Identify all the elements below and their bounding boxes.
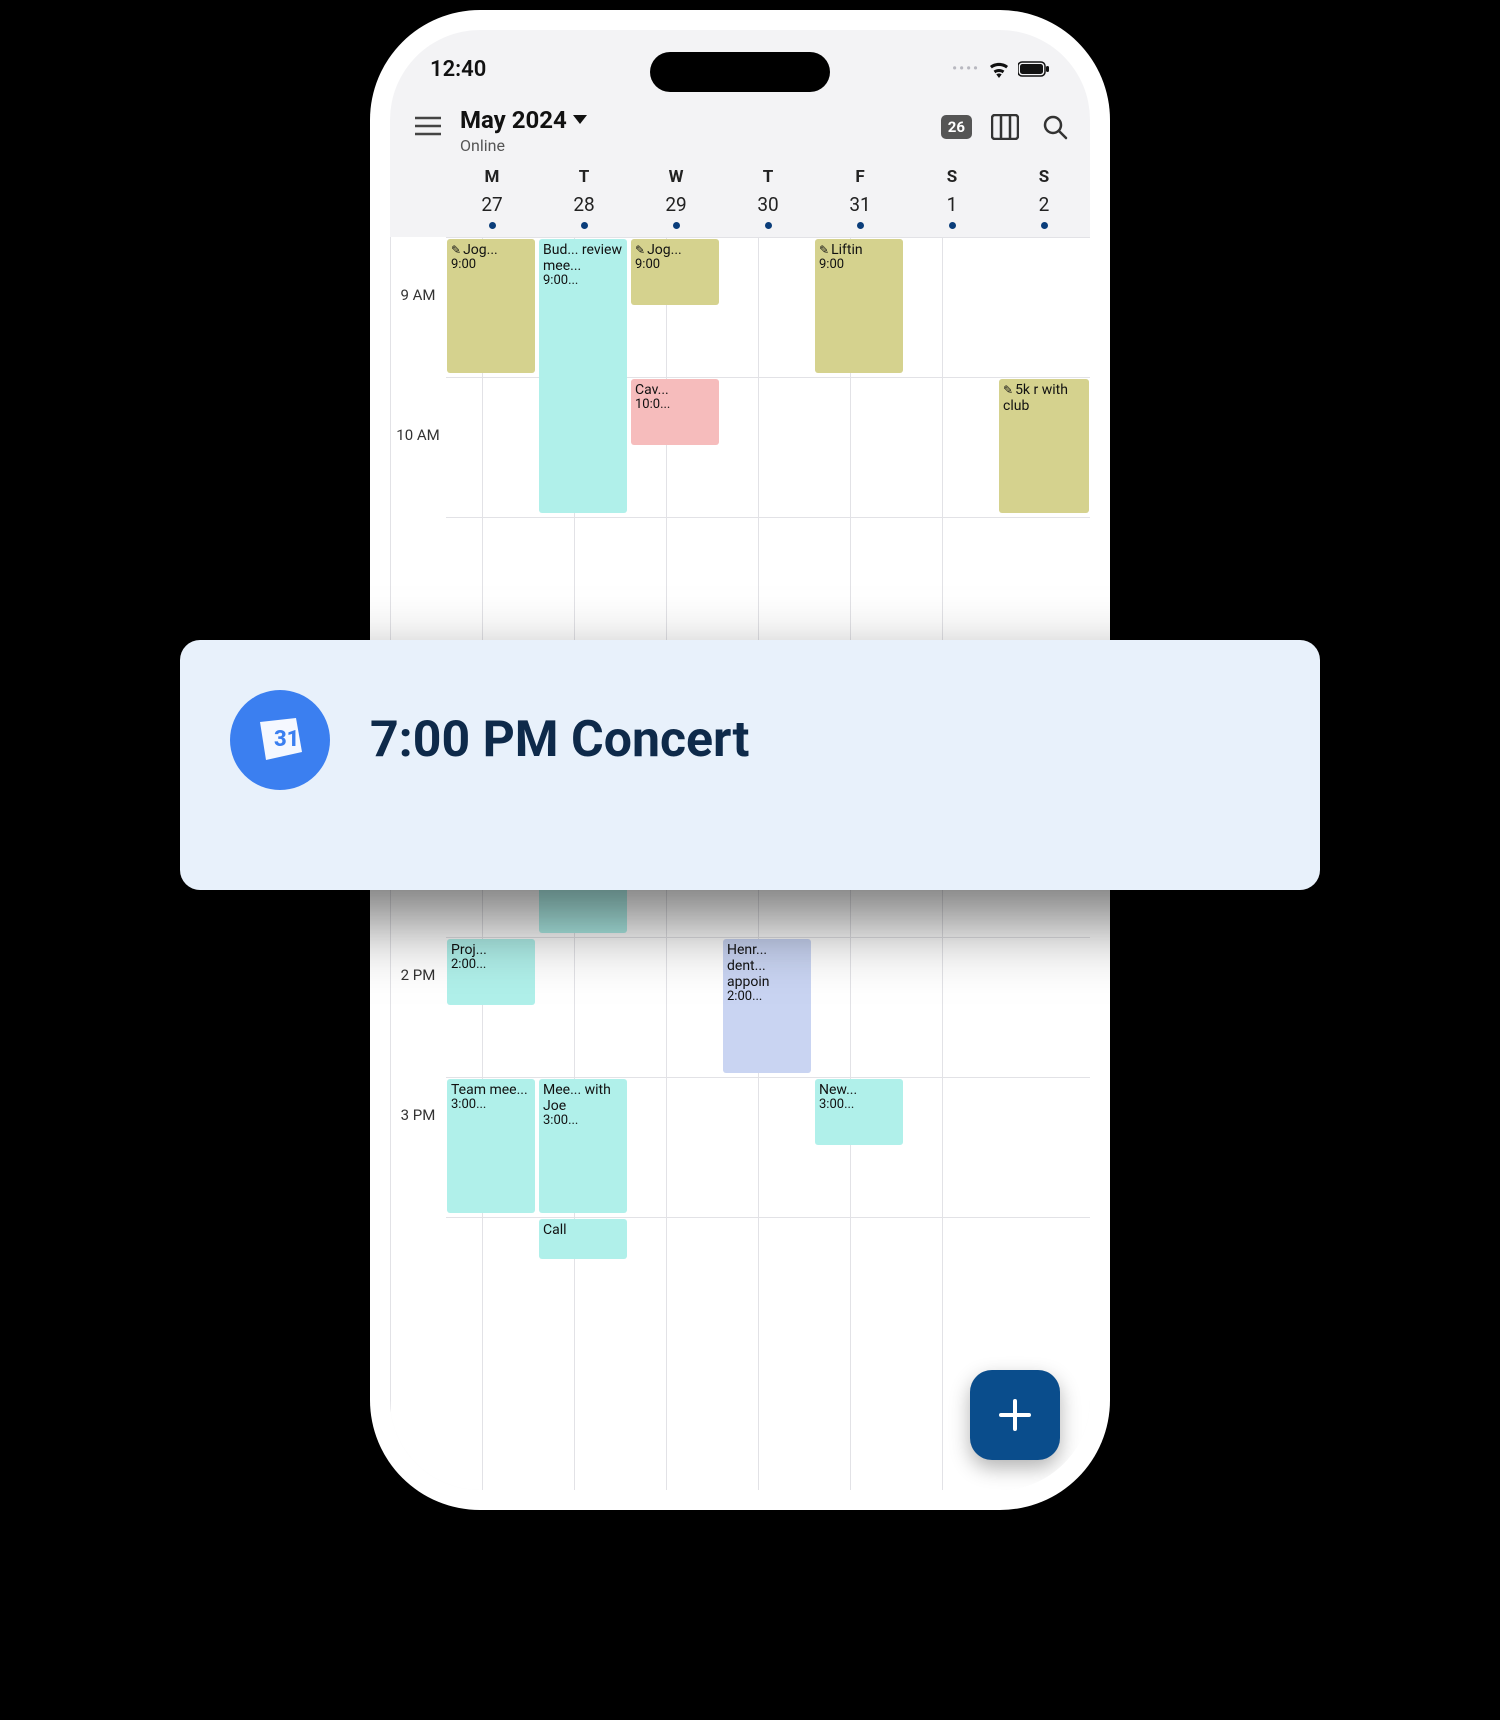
event-tue-meet-joe[interactable]: Mee... with Joe 3:00... [539, 1079, 627, 1213]
cellular-icon: •••• [952, 61, 980, 77]
plus-icon [995, 1395, 1035, 1435]
chevron-down-icon [573, 115, 587, 125]
status-right: •••• [952, 60, 1050, 78]
day-dot [581, 222, 588, 229]
day-dot [673, 222, 680, 229]
event-tue-call[interactable]: Call [539, 1219, 627, 1259]
day-num: 1 [906, 191, 998, 218]
notch [650, 52, 830, 92]
battery-icon [1018, 61, 1050, 77]
day-col-thu[interactable]: T 30 [722, 159, 814, 237]
notification-card[interactable]: 31 7:00 PM Concert [180, 640, 1320, 890]
calendar-app-icon: 31 [230, 690, 330, 790]
day-col-sat[interactable]: S 1 [906, 159, 998, 237]
day-col-wed[interactable]: W 29 [630, 159, 722, 237]
day-dot [489, 222, 496, 229]
status-subtitle: Online [460, 136, 929, 155]
day-col-mon[interactable]: M 27 [446, 159, 538, 237]
event-sun-5k[interactable]: ✎5k r with club [999, 379, 1089, 513]
day-label: W [630, 159, 722, 191]
pencil-icon: ✎ [635, 243, 645, 257]
search-button[interactable] [1038, 110, 1072, 144]
day-dot [949, 222, 956, 229]
add-event-button[interactable] [970, 1370, 1060, 1460]
day-num: 31 [814, 191, 906, 218]
day-dot [857, 222, 864, 229]
day-dot [1041, 222, 1048, 229]
event-fri-lifting[interactable]: ✎Liftin 9:00 [815, 239, 903, 373]
day-label: M [446, 159, 538, 191]
event-wed-cav[interactable]: Cav... 10:0... [631, 379, 719, 445]
notification-text: 7:00 PM Concert [370, 711, 749, 769]
day-label: T [722, 159, 814, 191]
day-num: 2 [998, 191, 1090, 218]
event-thu-dentist[interactable]: Henr... dent... appoin 2:00... [723, 939, 811, 1073]
day-label: S [906, 159, 998, 191]
day-col-fri[interactable]: F 31 [814, 159, 906, 237]
day-label: F [814, 159, 906, 191]
day-num: 28 [538, 191, 630, 218]
today-button[interactable]: 26 [941, 115, 972, 139]
event-mon-proj[interactable]: Proj... 2:00... [447, 939, 535, 1005]
day-num: 27 [446, 191, 538, 218]
menu-button[interactable] [408, 106, 448, 146]
day-num: 30 [722, 191, 814, 218]
view-columns-button[interactable] [988, 110, 1022, 144]
day-num: 29 [630, 191, 722, 218]
pencil-icon: ✎ [1003, 383, 1013, 397]
day-header-row: M 27 T 28 W 29 T 30 F 31 [390, 159, 1090, 237]
day-label: T [538, 159, 630, 191]
day-col-sun[interactable]: S 2 [998, 159, 1090, 237]
event-fri-new[interactable]: New... 3:00... [815, 1079, 903, 1145]
day-label: S [998, 159, 1090, 191]
day-dot [765, 222, 772, 229]
event-wed-jog[interactable]: ✎Jog... 9:00 [631, 239, 719, 305]
event-tue-budget[interactable]: Bud... review mee... 9:00... [539, 239, 627, 513]
pencil-icon: ✎ [819, 243, 829, 257]
event-mon-team[interactable]: Team mee... 3:00... [447, 1079, 535, 1213]
month-title: May 2024 [460, 106, 567, 134]
event-jog-mon[interactable]: ✎Jog... 9:00 [447, 239, 535, 373]
wifi-icon [988, 60, 1010, 78]
svg-text:31: 31 [274, 727, 299, 752]
app-header: May 2024 Online 26 [390, 100, 1090, 159]
header-title-block[interactable]: May 2024 Online [460, 106, 929, 155]
status-time: 12:40 [430, 57, 486, 82]
day-col-tue[interactable]: T 28 [538, 159, 630, 237]
pencil-icon: ✎ [451, 243, 461, 257]
